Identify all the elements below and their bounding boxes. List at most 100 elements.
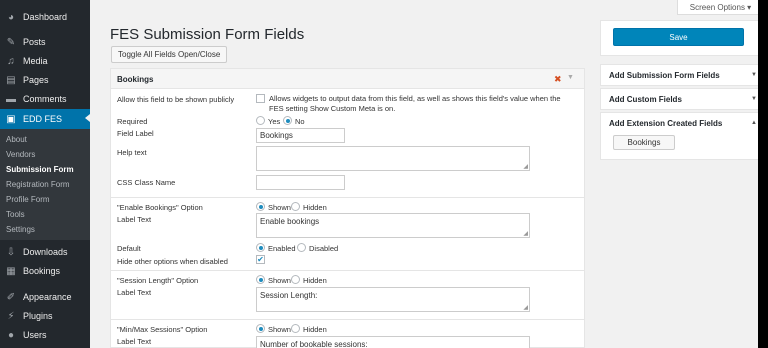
enable-hidden-text: Hidden (303, 203, 327, 212)
menu-label: Pages (23, 75, 49, 85)
form-icon: ▣ (6, 113, 16, 125)
default-enabled-text: Enabled (268, 244, 296, 253)
menu-downloads[interactable]: ⇩ Downloads (0, 243, 90, 261)
session-shown-radio[interactable] (256, 275, 265, 284)
checkmark-icon: ✔ (257, 254, 264, 264)
menu-label: Comments (23, 94, 67, 104)
menu-pages[interactable]: ▤ Pages (0, 71, 90, 89)
session-label-value: Session Length: (260, 291, 318, 300)
default-enabled-radio[interactable] (256, 243, 265, 252)
menu-label: EDD FES (23, 114, 63, 124)
help-text-textarea[interactable]: ◢ (256, 146, 530, 171)
menu-users[interactable]: ● Users (0, 326, 90, 344)
session-label-text-label: Label Text (117, 288, 152, 297)
resize-grip-icon[interactable]: ◢ (523, 163, 528, 170)
field-panel-header[interactable]: Bookings ✖ ▼ (111, 69, 584, 89)
required-yes-text: Yes (268, 117, 281, 126)
submenu-tools[interactable]: Tools (6, 210, 25, 219)
session-option-label: "Session Length" Option (117, 276, 199, 285)
required-no-text: No (295, 117, 305, 126)
menu-label: Media (23, 56, 48, 66)
default-disabled-text: Disabled (309, 244, 339, 253)
field-label-label: Field Label (117, 129, 154, 138)
submenu-submission-form[interactable]: Submission Form (6, 165, 74, 174)
session-hidden-text: Hidden (303, 276, 327, 285)
download-icon: ⇩ (6, 246, 16, 258)
comment-icon: ▬ (6, 93, 16, 105)
menu-label: Plugins (23, 311, 53, 321)
page-icon: ▤ (6, 74, 16, 86)
resize-grip-icon[interactable]: ◢ (523, 230, 528, 237)
add-submission-fields-box[interactable]: Add Submission Form Fields ▼ (600, 64, 764, 86)
menu-label: Dashboard (23, 12, 68, 22)
toggle-all-fields-button[interactable]: Toggle All Fields Open/Close (111, 46, 228, 63)
public-checkbox[interactable] (256, 94, 265, 103)
minmax-hidden-text: Hidden (303, 325, 327, 334)
section-divider (111, 197, 584, 198)
enable-shown-radio[interactable] (256, 202, 265, 211)
required-no-radio[interactable] (283, 116, 292, 125)
screen-options-button[interactable]: Screen Options ▾ (677, 0, 764, 15)
field-panel-bookings: Bookings ✖ ▼ Allow this field to be show… (110, 68, 585, 348)
css-class-label: CSS Class Name (117, 178, 176, 187)
submenu-vendors[interactable]: Vendors (6, 150, 35, 159)
hide-options-checkbox[interactable]: ✔ (256, 255, 265, 264)
enable-option-label: "Enable Bookings" Option (117, 203, 203, 212)
default-disabled-radio[interactable] (297, 243, 306, 252)
main-content: Screen Options ▾ FES Submission Form Fie… (90, 0, 768, 348)
submenu-settings[interactable]: Settings (6, 225, 35, 234)
menu-posts[interactable]: ✎ Posts (0, 33, 90, 51)
css-class-input[interactable] (256, 175, 345, 190)
minmax-label-text-label: Label Text (117, 337, 152, 346)
chevron-up-icon[interactable]: ▲ (751, 120, 757, 126)
submenu-about[interactable]: About (6, 135, 27, 144)
menu-label: Downloads (23, 247, 68, 257)
session-hidden-radio[interactable] (291, 275, 300, 284)
session-label-textarea[interactable]: Session Length: ◢ (256, 287, 530, 312)
menu-label: Users (23, 330, 47, 340)
minmax-label-textarea[interactable]: Number of bookable sessions: (256, 336, 530, 348)
submenu-profile-form[interactable]: Profile Form (6, 195, 50, 204)
menu-media[interactable]: ♫ Media (0, 52, 90, 70)
calendar-icon: ▦ (6, 265, 16, 277)
menu-label: Posts (23, 37, 46, 47)
menu-bookings[interactable]: ▦ Bookings (0, 262, 90, 280)
user-icon: ● (7, 329, 15, 341)
add-custom-fields-title: Add Custom Fields (609, 95, 682, 104)
hide-options-label: Hide other options when disabled (117, 257, 228, 266)
menu-comments[interactable]: ▬ Comments (0, 90, 90, 108)
menu-appearance[interactable]: ✐ Appearance (0, 288, 90, 306)
menu-edd-fes[interactable]: ▣ EDD FES (0, 109, 90, 129)
menu-plugins[interactable]: ⚡ Plugins (0, 307, 90, 325)
minmax-label-value: Number of bookable sessions: (260, 340, 368, 348)
minmax-shown-text: Shown (268, 325, 291, 334)
add-bookings-field-button[interactable]: Bookings (613, 135, 675, 150)
save-button[interactable]: Save (613, 28, 744, 46)
enable-label-textarea[interactable]: Enable bookings ◢ (256, 213, 530, 238)
add-custom-fields-box[interactable]: Add Custom Fields ▼ (600, 88, 764, 110)
pin-icon: ✎ (6, 36, 16, 48)
page-title: FES Submission Form Fields (110, 26, 305, 43)
remove-field-icon[interactable]: ✖ (554, 74, 562, 85)
section-divider (111, 319, 584, 320)
required-label: Required (117, 117, 148, 126)
chevron-down-icon[interactable]: ▼ (751, 96, 757, 102)
minmax-hidden-radio[interactable] (291, 324, 300, 333)
add-extension-fields-title[interactable]: Add Extension Created Fields (609, 119, 722, 128)
add-submission-fields-title: Add Submission Form Fields (609, 71, 720, 80)
collapse-arrow-icon[interactable]: ▼ (567, 74, 574, 81)
submenu-registration-form[interactable]: Registration Form (6, 180, 70, 189)
enable-hidden-radio[interactable] (291, 202, 300, 211)
chevron-down-icon[interactable]: ▼ (751, 72, 757, 78)
required-yes-radio[interactable] (256, 116, 265, 125)
resize-grip-icon[interactable]: ◢ (523, 304, 528, 311)
minmax-shown-radio[interactable] (256, 324, 265, 333)
section-divider (111, 270, 584, 271)
menu-dashboard[interactable]: ◕ Dashboard (0, 8, 90, 26)
enable-shown-text: Shown (268, 203, 291, 212)
public-label: Allow this field to be shown publicly (117, 95, 235, 104)
admin-sidebar: ◕ Dashboard ✎ Posts ♫ Media ▤ Pages ▬ Co… (0, 0, 90, 348)
window-edge (758, 0, 768, 348)
field-label-input[interactable]: Bookings (256, 128, 345, 143)
menu-label: Bookings (23, 266, 61, 276)
